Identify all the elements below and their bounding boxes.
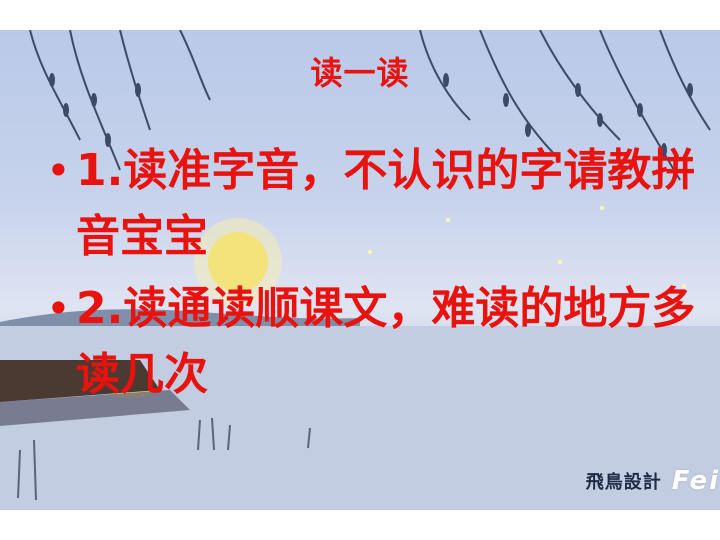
slide: 读一读 • 1.读准字音，不认识的字请教拼音宝宝 • 2.读通读顺课文，难读的地… xyxy=(0,30,720,510)
watermark-logo: Fei xyxy=(671,466,720,496)
bullet-list: • 1.读准字音，不认识的字请教拼音宝宝 • 2.读通读顺课文，难读的地方多读几… xyxy=(44,138,704,414)
bullet-item: • 1.读准字音，不认识的字请教拼音宝宝 xyxy=(44,138,704,270)
bullet-text: 2.读通读顺课文，难读的地方多读几次 xyxy=(76,283,696,400)
bullet-item: • 2.读通读顺课文，难读的地方多读几次 xyxy=(44,276,704,408)
bullet-marker: • xyxy=(46,146,71,195)
bullet-text: 1.读准字音，不认识的字请教拼音宝宝 xyxy=(76,145,696,262)
watermark-cn: 飛鳥設計 xyxy=(585,472,662,493)
watermark: 飛鳥設計 Fei xyxy=(586,466,720,496)
slide-title: 读一读 xyxy=(310,54,410,92)
bullet-marker: • xyxy=(46,284,71,333)
